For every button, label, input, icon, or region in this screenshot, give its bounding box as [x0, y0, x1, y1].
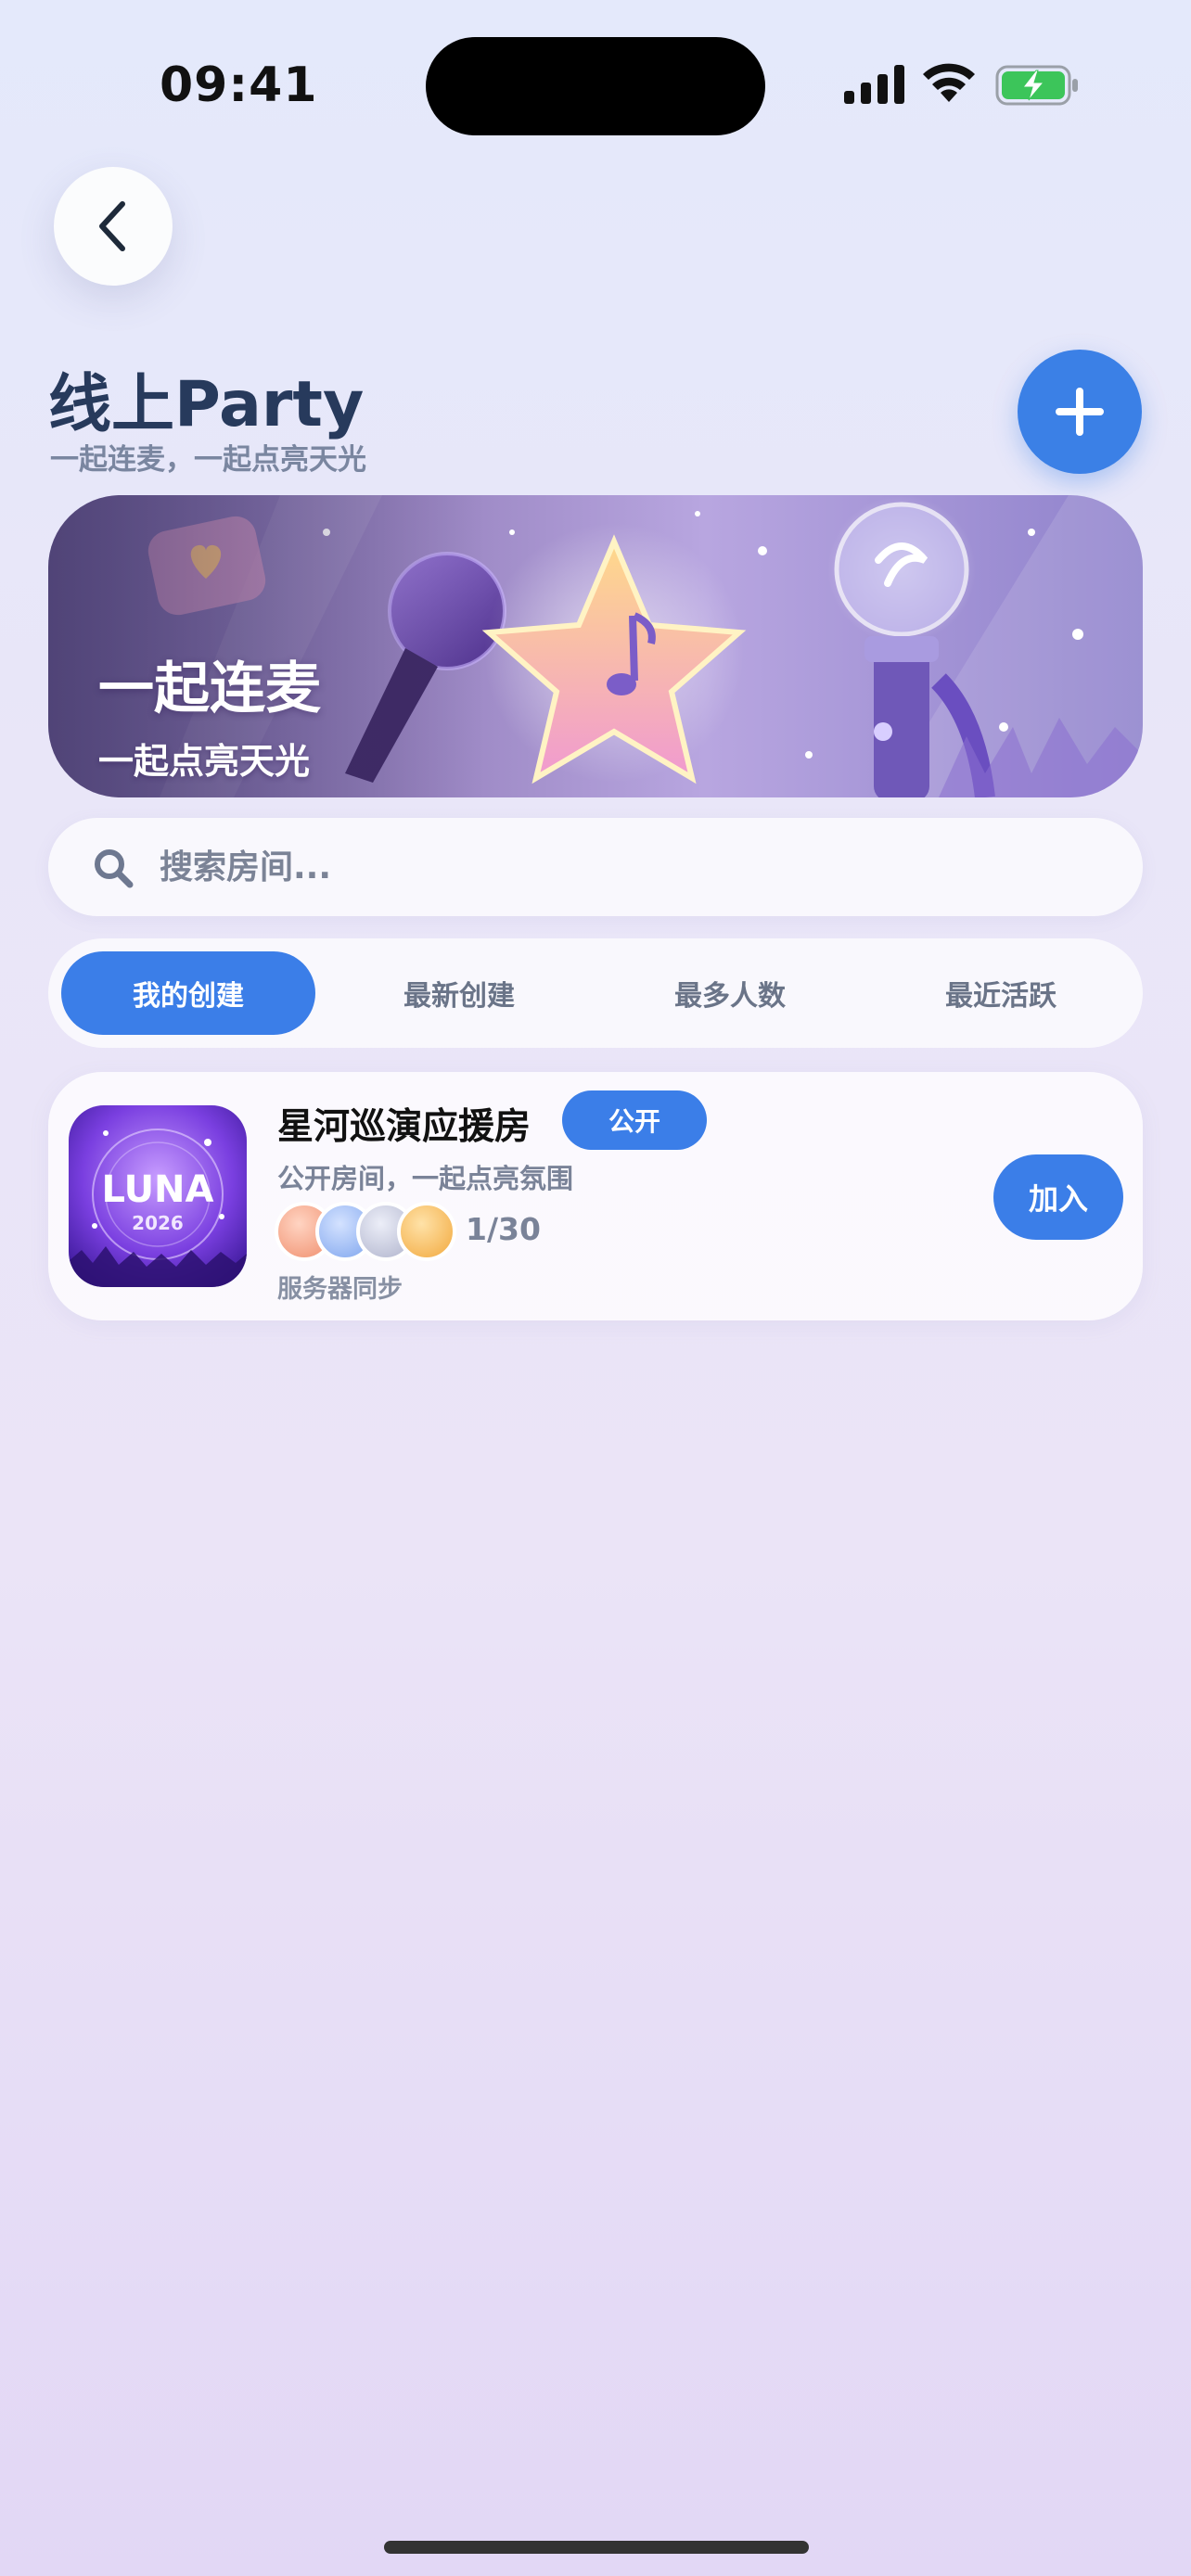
tab-most-members[interactable]: 最多人数 [603, 951, 857, 1035]
join-button[interactable]: 加入 [993, 1154, 1123, 1240]
cellular-signal-icon [844, 65, 904, 104]
page-title: 线上Party [48, 368, 365, 441]
battery-charging-icon [995, 65, 1078, 106]
promo-banner[interactable]: 一起连麦 一起点亮天光 [48, 495, 1143, 797]
member-avatars [275, 1202, 460, 1261]
member-count: 1/30 [466, 1211, 541, 1247]
tab-recently-active[interactable]: 最近活跃 [874, 951, 1128, 1035]
room-visibility-badge: 公开 [562, 1090, 707, 1150]
room-card[interactable]: LUNA 2026 星河巡演应援房 公开 公开房间，一起点亮氛围 1/30 服务… [48, 1072, 1143, 1320]
tab-newest[interactable]: 最新创建 [332, 951, 586, 1035]
search-bar[interactable] [48, 818, 1143, 916]
dynamic-island [426, 37, 765, 135]
room-description: 公开房间，一起点亮氛围 [277, 1163, 574, 1194]
room-name: 星河巡演应援房 [277, 1106, 531, 1148]
avatar [397, 1202, 456, 1261]
search-input[interactable] [160, 818, 1087, 916]
wifi-icon [923, 63, 975, 102]
home-indicator[interactable] [384, 2541, 809, 2554]
banner-subtitle: 一起点亮天光 [98, 741, 311, 782]
page-subtitle: 一起连麦，一起点亮天光 [50, 443, 366, 477]
room-thumbnail: LUNA 2026 [69, 1105, 247, 1287]
search-icon [95, 849, 134, 888]
banner-title: 一起连麦 [98, 657, 321, 721]
tab-my-created[interactable]: 我的创建 [61, 951, 315, 1035]
chevron-left-icon [99, 201, 125, 251]
status-time: 09:41 [160, 57, 318, 113]
plus-icon [1056, 388, 1104, 436]
sync-status: 服务器同步 [277, 1275, 403, 1304]
create-room-button[interactable] [1018, 350, 1142, 474]
room-thumb-year: 2026 [132, 1212, 184, 1234]
back-button[interactable] [54, 167, 173, 286]
status-bar: 09:41 [0, 0, 1191, 139]
room-thumb-title: LUNA [102, 1168, 214, 1211]
sort-tabs: 我的创建 最新创建 最多人数 最近活跃 [48, 938, 1143, 1048]
